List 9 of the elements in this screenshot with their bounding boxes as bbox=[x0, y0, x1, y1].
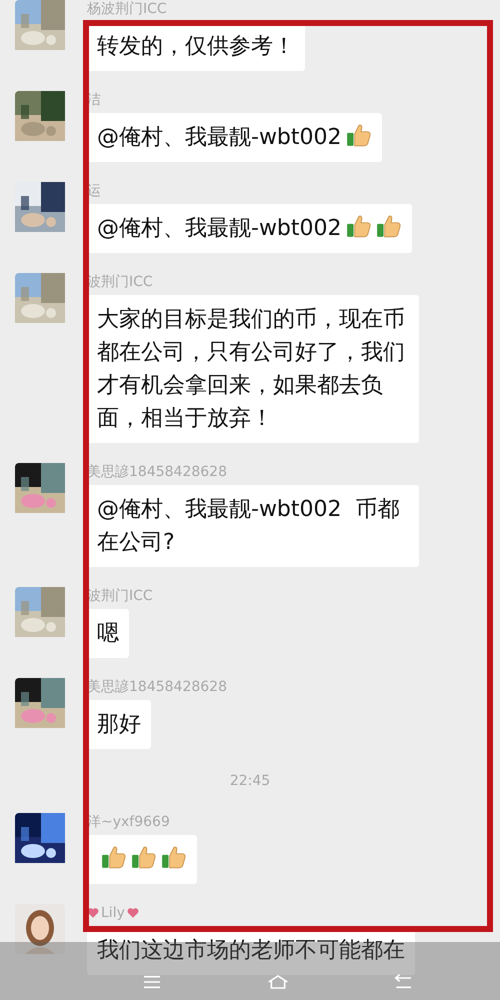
message-bubble[interactable]: 嗯 bbox=[87, 609, 129, 658]
sender-name: Lily bbox=[101, 904, 125, 922]
sender-name: 杨波荆门ICC bbox=[87, 0, 167, 18]
message-bubble[interactable]: @俺村、我最靓-wbt002 bbox=[87, 113, 382, 162]
message-bubble[interactable]: 那好 bbox=[87, 700, 151, 749]
timestamp: 22:45 bbox=[230, 773, 270, 789]
message-bubble[interactable]: @俺村、我最靓-wbt002 bbox=[87, 204, 412, 253]
message-bubble[interactable]: 大家的目标是我们的币，现在币都在公司，只有公司好了，我们才有机会拿回来，如果都去负面，相当于放弃！ bbox=[87, 295, 419, 443]
message-bubble[interactable]: @俺村、我最靓-wbt002 币都在公司? bbox=[87, 485, 419, 567]
